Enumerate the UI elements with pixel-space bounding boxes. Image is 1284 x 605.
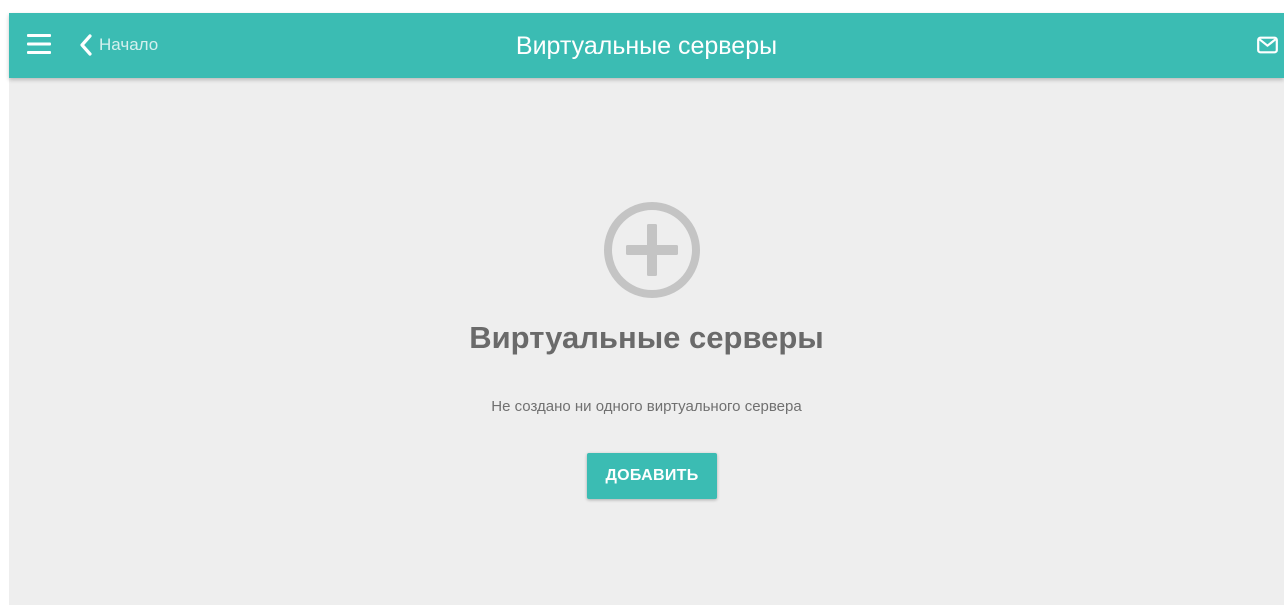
plus-circle-icon [604,202,700,298]
top-app-bar: Начало Виртуальные серверы [9,13,1284,78]
page-title: Виртуальные серверы [515,32,778,60]
empty-state: Виртуальные серверы Не создано ни одного… [9,78,1284,605]
empty-state-title: Виртуальные серверы [469,320,824,355]
mail-icon [1257,36,1278,54]
add-server-button[interactable]: ДОБАВИТЬ [587,453,717,499]
mail-button[interactable] [1257,36,1278,54]
app-frame: Начало Виртуальные серверы Виртуальные с… [9,13,1284,605]
empty-state-message: Не создано ни одного виртуального сервер… [491,398,802,415]
